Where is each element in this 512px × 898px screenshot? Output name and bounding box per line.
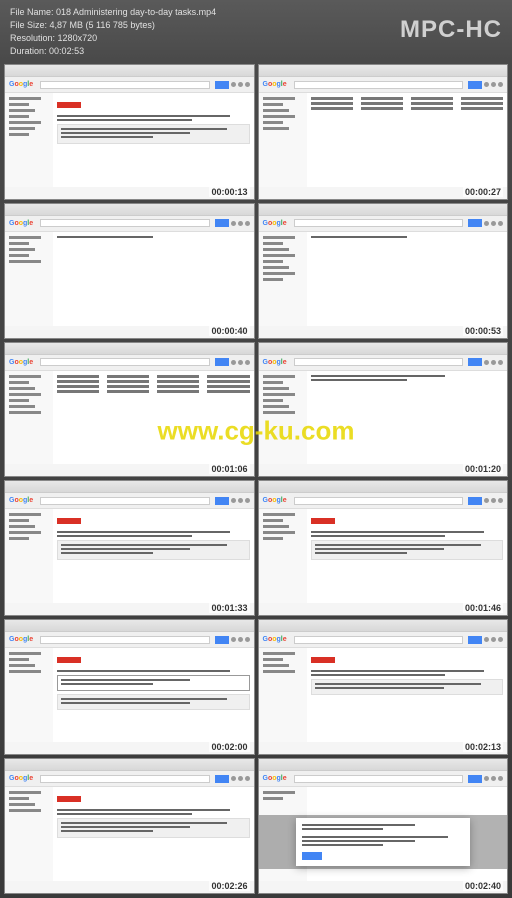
frame-timestamp: 00:01:20 bbox=[463, 464, 503, 474]
file-info-block: File Name: 018 Administering day-to-day … bbox=[10, 6, 216, 58]
resolution-value: 1280x720 bbox=[58, 33, 98, 43]
apps-icon bbox=[231, 82, 236, 87]
thumbnail-frame[interactable]: Google 00:00:53 bbox=[258, 203, 509, 339]
main-panel bbox=[53, 232, 254, 326]
thumbnail-frame[interactable]: Google 00:02:00 bbox=[4, 619, 255, 755]
main-panel bbox=[307, 93, 508, 187]
sidebar bbox=[5, 371, 53, 465]
sidebar bbox=[259, 509, 307, 603]
modal-overlay bbox=[259, 815, 508, 869]
google-logo: Google bbox=[9, 357, 35, 367]
google-logo: Google bbox=[263, 635, 289, 645]
sidebar bbox=[5, 787, 53, 881]
main-panel bbox=[53, 648, 254, 742]
sidebar bbox=[5, 509, 53, 603]
search-button bbox=[215, 81, 229, 89]
frame-timestamp: 00:00:13 bbox=[209, 187, 249, 197]
frame-timestamp: 00:01:33 bbox=[209, 603, 249, 613]
bell-icon bbox=[238, 82, 243, 87]
main-panel bbox=[53, 787, 254, 881]
google-logo: Google bbox=[9, 774, 35, 784]
media-info-header: File Name: 018 Administering day-to-day … bbox=[0, 0, 512, 60]
header-icons bbox=[231, 82, 250, 87]
content-area bbox=[5, 93, 254, 187]
thumbnail-frame[interactable]: Google 00:00:40 bbox=[4, 203, 255, 339]
sidebar bbox=[5, 648, 53, 742]
frame-timestamp: 00:00:40 bbox=[209, 326, 249, 336]
filename-value: 018 Administering day-to-day tasks.mp4 bbox=[56, 7, 216, 17]
browser-chrome bbox=[5, 65, 254, 77]
google-logo: Google bbox=[263, 496, 289, 506]
frame-timestamp: 00:02:00 bbox=[209, 742, 249, 752]
sidebar bbox=[259, 371, 307, 465]
thumbnail-frame[interactable]: Google 00:01:33 bbox=[4, 480, 255, 616]
google-logo: Google bbox=[263, 218, 289, 228]
google-logo: Google bbox=[9, 218, 35, 228]
frame-timestamp: 00:00:27 bbox=[463, 187, 503, 197]
post-block bbox=[57, 124, 250, 144]
thumbnail-frame[interactable]: Google 00:01:46 bbox=[258, 480, 509, 616]
new-topic-badge bbox=[57, 102, 81, 108]
main-panel bbox=[53, 509, 254, 603]
main-panel bbox=[307, 232, 508, 326]
sidebar bbox=[259, 648, 307, 742]
frame-timestamp: 00:02:26 bbox=[209, 881, 249, 891]
search-input bbox=[294, 81, 464, 89]
thumbnail-frame[interactable]: Google 00:01:20 bbox=[258, 342, 509, 478]
search-input bbox=[40, 81, 210, 89]
frame-timestamp: 00:02:40 bbox=[463, 881, 503, 891]
main-panel bbox=[53, 93, 254, 187]
thumbnail-frame[interactable]: Google 00:02:26 bbox=[4, 758, 255, 894]
filename-label: File Name: bbox=[10, 7, 54, 17]
thumbnail-frame[interactable]: Google 00:00:27 bbox=[258, 64, 509, 200]
google-logo: Google bbox=[263, 80, 289, 90]
thumbnail-frame[interactable]: Google 00:01:06 bbox=[4, 342, 255, 478]
app-toolbar: Google bbox=[259, 77, 508, 93]
duration-value: 00:02:53 bbox=[49, 46, 84, 56]
filesize-label: File Size: bbox=[10, 20, 47, 30]
thumbnail-grid: Google 00:00:13 bbox=[0, 60, 512, 898]
search-button bbox=[468, 81, 482, 89]
frame-timestamp: 00:02:13 bbox=[463, 742, 503, 752]
main-panel bbox=[53, 371, 254, 465]
duration-label: Duration: bbox=[10, 46, 47, 56]
frame-timestamp: 00:00:53 bbox=[463, 326, 503, 336]
google-logo: Google bbox=[263, 357, 289, 367]
main-panel bbox=[307, 371, 508, 465]
frame-timestamp: 00:01:06 bbox=[209, 464, 249, 474]
resolution-label: Resolution: bbox=[10, 33, 55, 43]
sidebar bbox=[5, 93, 53, 187]
google-logo: Google bbox=[263, 774, 289, 784]
sidebar bbox=[5, 232, 53, 326]
sidebar bbox=[259, 232, 307, 326]
filesize-value: 4,87 MB (5 116 785 bytes) bbox=[50, 20, 155, 30]
google-logo: Google bbox=[9, 496, 35, 506]
google-logo: Google bbox=[9, 80, 35, 90]
avatar-icon bbox=[245, 82, 250, 87]
main-panel bbox=[307, 509, 508, 603]
thumbnail-frame[interactable]: Google 00:02:40 bbox=[258, 758, 509, 894]
app-toolbar: Google bbox=[5, 77, 254, 93]
thumbnail-frame[interactable]: Google 00:02:13 bbox=[258, 619, 509, 755]
frame-timestamp: 00:01:46 bbox=[463, 603, 503, 613]
dialog-box bbox=[296, 818, 470, 866]
app-logo: MPC-HC bbox=[400, 16, 502, 44]
thumbnail-frame[interactable]: Google 00:00:13 bbox=[4, 64, 255, 200]
main-panel bbox=[307, 648, 508, 742]
google-logo: Google bbox=[9, 635, 35, 645]
sidebar bbox=[259, 93, 307, 187]
browser-chrome bbox=[259, 65, 508, 77]
